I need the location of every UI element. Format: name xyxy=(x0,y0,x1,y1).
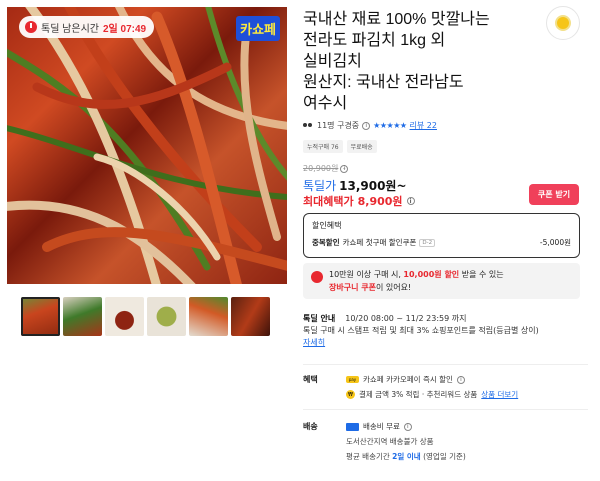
kakaopay-icon: pay xyxy=(346,376,359,383)
benefit-label: 혜택 xyxy=(303,375,318,384)
discount-row: 중복할인 카쇼페 첫구매 할인쿠폰 D-2 -5,000원 xyxy=(312,237,571,248)
deal-price-value: 13,900원~ xyxy=(339,179,407,193)
info-icon[interactable]: i xyxy=(362,121,371,130)
benefit-pay: pay 카쇼페 카카오페이 즉시 할인 i xyxy=(346,374,465,385)
thumbnail-1[interactable] xyxy=(21,297,60,336)
tag-list: 누적구매 76 무료배송 xyxy=(303,140,377,153)
banner-text: 받을 수 있는 xyxy=(459,270,504,279)
shipping-period-text: 평균 배송기간 xyxy=(346,452,393,461)
truck-icon xyxy=(346,422,359,431)
deal-price: 톡딜가 13,900원~ xyxy=(303,177,407,194)
info-icon[interactable]: i xyxy=(406,197,415,205)
info-icon[interactable]: i xyxy=(456,375,465,384)
banner-highlight: 장바구니 쿠폰 xyxy=(329,283,376,292)
benefit-pay-text: 카쇼페 카카오페이 즉시 할인 xyxy=(363,375,453,384)
shipping-period: 평균 배송기간 2일 이내 (영업일 기준) xyxy=(346,451,466,462)
timer-value: 2일 07:49 xyxy=(102,23,147,35)
original-price-value: 20,900원 xyxy=(303,164,339,173)
info-icon[interactable]: i xyxy=(403,422,412,431)
discount-label: 중복할인 xyxy=(312,238,340,247)
title-line: 국내산 재료 100% 맛깔나는 xyxy=(303,11,490,28)
deal-notice: 톡딜 안내 10/20 08:00 ~ 11/2 23:59 까지 톡딜 구매 … xyxy=(303,313,578,349)
title-line: 전라도 파김치 1kg 외 xyxy=(303,32,446,49)
star-rating: ★★★★★ xyxy=(373,121,407,130)
coupon-icon xyxy=(311,271,323,283)
discount-amount: -5,000원 xyxy=(539,238,571,247)
shipping-period-days: 2일 이내 xyxy=(392,452,421,461)
divider xyxy=(303,409,588,410)
shipping-fee-row: 배송비 무료 i xyxy=(346,421,412,432)
benefit-point: ₩ 결제 금액 3% 적립 · 추천리워드 상품 상품 더보기 xyxy=(346,389,518,400)
divider xyxy=(303,364,588,365)
tag-purchases: 누적구매 76 xyxy=(303,140,343,153)
more-products-link[interactable]: 상품 더보기 xyxy=(481,389,518,400)
title-line: 여수시 xyxy=(303,95,348,112)
discount-title: 할인혜택 xyxy=(312,221,342,230)
title-line: 원산지: 국내산 전라남도 xyxy=(303,74,464,91)
thumbnail-6[interactable] xyxy=(231,297,270,336)
timer-label: 톡딜 남은시간 xyxy=(41,23,99,35)
shipping-label: 배송 xyxy=(303,422,318,431)
best-label: 최대혜택가 xyxy=(303,195,354,208)
notice-period: 10/20 08:00 ~ 11/2 23:59 까지 xyxy=(345,314,467,323)
product-title: 국내산 재료 100% 맛깔나는 전라도 파김치 1kg 외 실비김치 원산지:… xyxy=(303,9,538,114)
info-icon[interactable]: i xyxy=(340,164,349,173)
favorite-button[interactable] xyxy=(546,6,580,40)
thumbnail-3[interactable] xyxy=(105,297,144,336)
notice-detail-link[interactable]: 자세히 xyxy=(303,337,578,349)
shipping-period-text: (영업일 기준) xyxy=(420,452,466,461)
thumbnail-2[interactable] xyxy=(63,297,102,336)
discount-box: 할인혜택 중복할인 카쇼페 첫구매 할인쿠폰 D-2 -5,000원 xyxy=(303,213,580,258)
banner-highlight: 10,000원 할인 xyxy=(403,270,460,279)
thumbnail-4[interactable] xyxy=(147,297,186,336)
brand-badge: 카쇼페 xyxy=(236,16,280,41)
viewer-count: 11명 구경중 xyxy=(317,121,360,130)
eyes-icon xyxy=(303,122,314,129)
shipping-fee: 배송비 무료 xyxy=(363,422,400,431)
deal-label: 톡딜가 xyxy=(303,179,337,193)
rating-row: 11명 구경중 i ★★★★★ 리뷰 22 xyxy=(303,120,437,131)
days-badge: D-2 xyxy=(419,238,436,247)
point-coin-icon: ₩ xyxy=(346,390,355,399)
product-main-image: 톡딜 남은시간 2일 07:49 카쇼페 xyxy=(7,7,287,284)
best-price: 최대혜택가 8,900원 i xyxy=(303,193,415,209)
notice-text: 톡딜 구매 시 스탬프 적립 및 최대 3% 쇼핑포인트를 적립(등급별 상이) xyxy=(303,326,539,335)
thumbnail-5[interactable] xyxy=(189,297,228,336)
banner-text: 이 있어요! xyxy=(375,283,412,292)
deal-timer: 톡딜 남은시간 2일 07:49 xyxy=(19,16,155,38)
clock-icon xyxy=(25,21,37,33)
original-price: 20,900원 i xyxy=(303,163,349,174)
kimchi-illustration xyxy=(7,7,287,284)
tag-free-shipping: 무료배송 xyxy=(346,140,377,153)
notice-label: 톡딜 안내 xyxy=(303,314,336,323)
shipping-region: 도서산간지역 배송불가 상품 xyxy=(346,437,434,446)
title-line: 실비김치 xyxy=(303,53,362,70)
coupon-button[interactable]: 쿠폰 받기 xyxy=(529,184,579,205)
coin-badge-icon xyxy=(555,15,571,31)
thumbnail-strip xyxy=(21,297,270,336)
review-link[interactable]: 리뷰 22 xyxy=(410,120,437,131)
cart-coupon-banner[interactable]: 10만원 이상 구매 시, 10,000원 할인 받을 수 있는 장바구니 쿠폰… xyxy=(303,263,580,299)
discount-description: 카쇼페 첫구매 할인쿠폰 xyxy=(342,238,417,247)
banner-text: 10만원 이상 구매 시, xyxy=(329,270,404,279)
best-price-value: 8,900원 xyxy=(357,195,403,208)
benefit-point-text: 결제 금액 3% 적립 · 추천리워드 상품 xyxy=(359,390,478,399)
